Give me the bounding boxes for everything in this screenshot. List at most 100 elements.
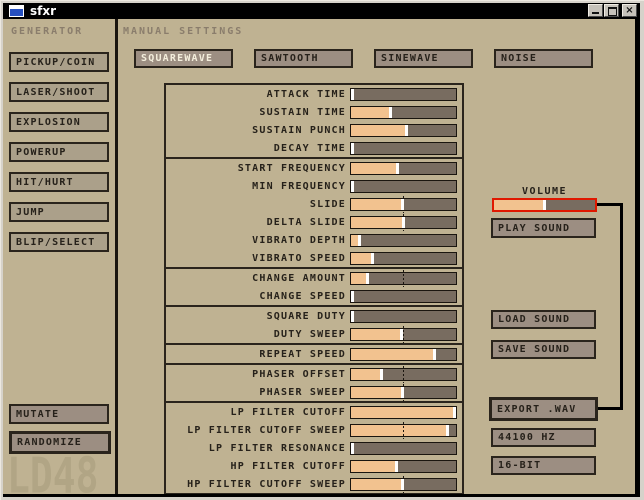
slider-row-decay-time: DECAY TIME <box>166 139 462 157</box>
slider-handle[interactable] <box>405 125 408 136</box>
slider-fill <box>494 200 545 210</box>
slider-handle[interactable] <box>380 369 383 380</box>
volume-slider[interactable] <box>492 198 597 212</box>
decay-time-slider[interactable] <box>350 142 457 155</box>
slider-row-change-speed: CHANGE SPEED <box>166 287 462 305</box>
slider-group-envelope: ATTACK TIME SUSTAIN TIME SUSTAIN PUNCH DECA… <box>164 83 464 159</box>
app-icon <box>9 5 24 17</box>
delta-slide-slider[interactable] <box>350 216 457 229</box>
slider-label: SUSTAIN PUNCH <box>166 125 350 136</box>
play-sound-button[interactable]: PLAY SOUND <box>491 218 596 238</box>
window-controls: × <box>587 4 637 17</box>
slider-fill <box>351 479 402 490</box>
slider-handle[interactable] <box>401 479 404 490</box>
generator-button-laser-shoot[interactable]: LASER/SHOOT <box>9 82 109 102</box>
change-speed-slider[interactable] <box>350 290 457 303</box>
slider-label: PHASER SWEEP <box>166 387 350 398</box>
lp-filter-cutoff-sweep-slider[interactable] <box>350 424 457 437</box>
sustain-time-slider[interactable] <box>350 106 457 119</box>
slide-slider[interactable] <box>350 198 457 211</box>
hp-filter-cutoff-sweep-slider[interactable] <box>350 478 457 491</box>
slider-group-duty: SQUARE DUTY DUTY SWEEP <box>164 305 464 345</box>
square-duty-slider[interactable] <box>350 310 457 323</box>
minimize-button[interactable] <box>588 4 603 17</box>
lp-filter-resonance-slider[interactable] <box>350 442 457 455</box>
slider-label: SUSTAIN TIME <box>166 107 350 118</box>
save-sound-button[interactable]: SAVE SOUND <box>491 340 596 359</box>
volume-export-connector-bottom <box>598 407 623 410</box>
slider-group-frequency: START FREQUENCY MIN FREQUENCY SLIDE DELTA S… <box>164 157 464 269</box>
titlebar[interactable]: sfxr × <box>3 3 640 19</box>
slider-fill <box>351 107 390 118</box>
slider-row-attack-time: ATTACK TIME <box>166 85 462 103</box>
slider-label: DELTA SLIDE <box>166 217 350 228</box>
vibrato-depth-slider[interactable] <box>350 234 457 247</box>
generator-button-explosion[interactable]: EXPLOSION <box>9 112 109 132</box>
wave-button-sawtooth[interactable]: SAWTOOTH <box>254 49 353 68</box>
mutate-button[interactable]: MUTATE <box>9 404 109 424</box>
ld48-watermark: LD48 <box>7 451 99 494</box>
slider-label: SQUARE DUTY <box>166 311 350 322</box>
slider-group-filter: LP FILTER CUTOFFLP FILTER CUTOFF SWEEPLP… <box>164 401 464 494</box>
vibrato-speed-slider[interactable] <box>350 252 457 265</box>
hp-filter-cutoff-slider[interactable] <box>350 460 457 473</box>
slider-row-hp-filter-cutoff-sweep: HP FILTER CUTOFF SWEEP <box>166 475 462 493</box>
maximize-button[interactable] <box>604 4 619 17</box>
slider-handle[interactable] <box>400 329 403 340</box>
slider-handle[interactable] <box>351 443 354 454</box>
sample-rate-button[interactable]: 44100 HZ <box>491 428 596 447</box>
close-button[interactable]: × <box>622 4 637 17</box>
duty-sweep-slider[interactable] <box>350 328 457 341</box>
start-frequency-slider[interactable] <box>350 162 457 175</box>
slider-handle[interactable] <box>366 273 369 284</box>
slider-handle[interactable] <box>401 199 404 210</box>
slider-handle[interactable] <box>351 311 354 322</box>
load-sound-button[interactable]: LOAD SOUND <box>491 310 596 329</box>
slider-handle[interactable] <box>371 253 374 264</box>
slider-fill <box>351 217 404 228</box>
slider-fill <box>351 199 402 210</box>
wave-button-noise[interactable]: NOISE <box>494 49 593 68</box>
generator-button-blip-select[interactable]: BLIP/SELECT <box>9 232 109 252</box>
slider-handle[interactable] <box>433 349 436 360</box>
bit-depth-button[interactable]: 16-BIT <box>491 456 596 475</box>
slider-handle[interactable] <box>396 163 399 174</box>
export-wav-button[interactable]: EXPORT .WAV <box>489 397 598 421</box>
slider-handle[interactable] <box>351 89 354 100</box>
slider-row-sustain-time: SUSTAIN TIME <box>166 103 462 121</box>
wave-button-squarewave[interactable]: SQUAREWAVE <box>134 49 233 68</box>
slider-label: MIN FREQUENCY <box>166 181 350 192</box>
wave-button-sinewave[interactable]: SINEWAVE <box>374 49 473 68</box>
slider-handle[interactable] <box>453 407 456 418</box>
generator-button-powerup[interactable]: POWERUP <box>9 142 109 162</box>
slider-fill <box>351 461 396 472</box>
generator-button-hit-hurt[interactable]: HIT/HURT <box>9 172 109 192</box>
generator-button-jump[interactable]: JUMP <box>9 202 109 222</box>
repeat-speed-slider[interactable] <box>350 348 457 361</box>
slider-handle[interactable] <box>543 200 546 210</box>
phaser-offset-slider[interactable] <box>350 368 457 381</box>
slider-group-change: CHANGE AMOUNTCHANGE SPEED <box>164 267 464 307</box>
sustain-punch-slider[interactable] <box>350 124 457 137</box>
slider-handle[interactable] <box>402 217 405 228</box>
generator-button-pickup-coin[interactable]: PICKUP/COIN <box>9 52 109 72</box>
slider-row-duty-sweep: DUTY SWEEP <box>166 325 462 343</box>
change-amount-slider[interactable] <box>350 272 457 285</box>
min-frequency-slider[interactable] <box>350 180 457 193</box>
slider-handle[interactable] <box>389 107 392 118</box>
slider-handle[interactable] <box>446 425 449 436</box>
slider-label: SLIDE <box>166 199 350 210</box>
center-tick <box>403 366 404 383</box>
slider-handle[interactable] <box>351 291 354 302</box>
slider-handle[interactable] <box>358 235 361 246</box>
slider-row-start-frequency: START FREQUENCY <box>166 159 462 177</box>
slider-handle[interactable] <box>351 181 354 192</box>
lp-filter-cutoff-slider[interactable] <box>350 406 457 419</box>
slider-handle[interactable] <box>395 461 398 472</box>
app-icon-body <box>10 9 23 16</box>
phaser-sweep-slider[interactable] <box>350 386 457 399</box>
attack-time-slider[interactable] <box>350 88 457 101</box>
slider-handle[interactable] <box>401 387 404 398</box>
slider-handle[interactable] <box>351 143 354 154</box>
slider-label: VIBRATO DEPTH <box>166 235 350 246</box>
